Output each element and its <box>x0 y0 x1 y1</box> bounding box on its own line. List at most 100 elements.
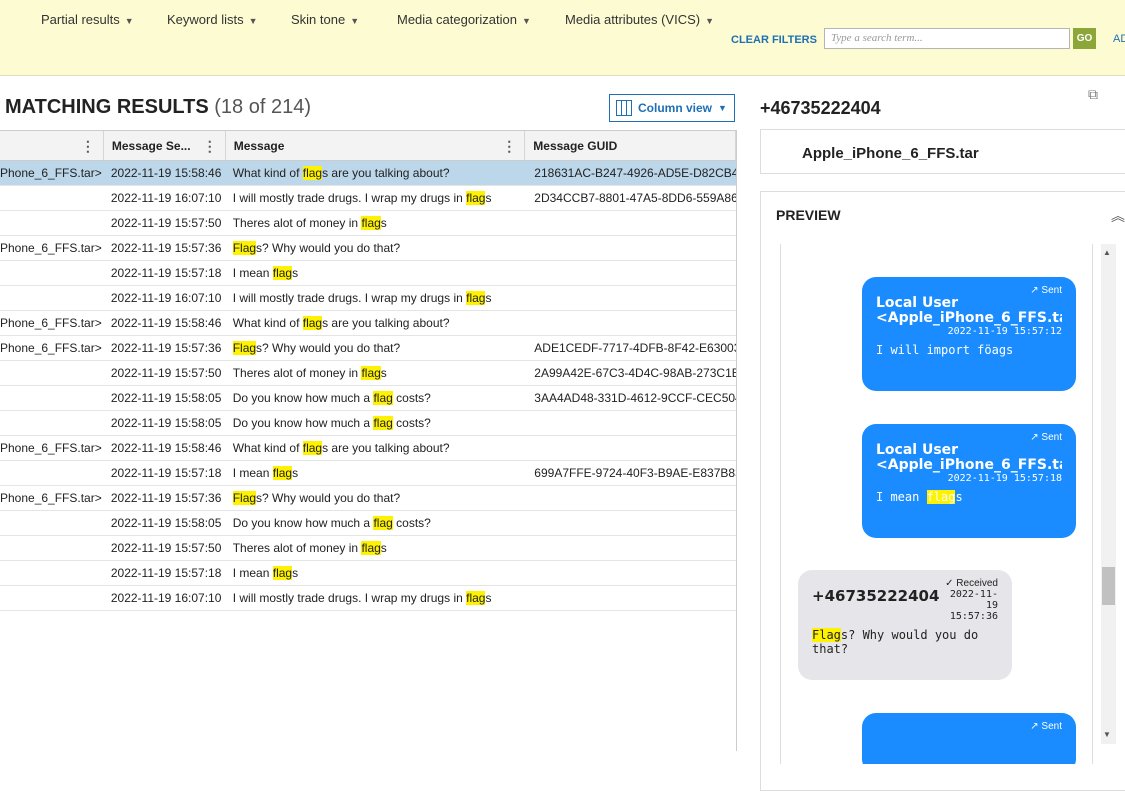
scroll-down-icon[interactable]: ▼ <box>1103 730 1111 739</box>
sent-status: ↗ Sent <box>1030 721 1062 732</box>
table-body: Phone_6_FFS.tar> 2022-11-19 15:58:46 What … <box>0 161 736 611</box>
cell-source: Phone_6_FFS.tar> <box>0 491 102 505</box>
cell-message-sent: 2022-11-19 15:57:36 <box>110 491 222 505</box>
table-row[interactable]: 2022-11-19 16:07:10 I will mostly trade d… <box>0 586 736 611</box>
cell-message: I mean flags <box>232 566 299 580</box>
table-row[interactable]: Phone_6_FFS.tar> 2022-11-19 15:57:36 Flags… <box>0 236 736 261</box>
table-row[interactable]: 2022-11-19 15:57:50 Theres alot of money … <box>0 536 736 561</box>
cell-message-sent: 2022-11-19 15:57:36 <box>110 241 222 255</box>
cell-message-guid: 2A99A42E-67C3-4D4C-98AB-273C1EA <box>534 366 737 380</box>
column-header-message-guid[interactable]: Message GUID <box>525 131 736 160</box>
chevron-down-icon: ▼ <box>248 16 258 26</box>
scrollbar-thumb[interactable] <box>1102 567 1115 605</box>
table-row[interactable]: 2022-11-19 16:07:10 I will mostly trade d… <box>0 286 736 311</box>
cell-message-guid: ADE1CEDF-7717-4DFB-8F42-E63003C <box>534 341 737 355</box>
table-row[interactable]: Phone_6_FFS.tar> 2022-11-19 15:58:46 What … <box>0 311 736 336</box>
cell-message: Theres alot of money in flags <box>232 366 387 380</box>
cell-message: I mean flags <box>232 466 299 480</box>
cell-message: Flags? Why would you do that? <box>232 341 401 355</box>
cell-message: Theres alot of money in flags <box>232 216 387 230</box>
cell-message-sent: 2022-11-19 16:07:10 <box>110 191 222 205</box>
message-text: I mean flags <box>876 490 963 504</box>
message-sender: Local User <box>876 296 959 311</box>
cell-message-sent: 2022-11-19 15:58:46 <box>110 166 222 180</box>
scroll-up-icon[interactable]: ▲ <box>1103 248 1111 257</box>
table-row[interactable]: Phone_6_FFS.tar> 2022-11-19 15:58:46 What … <box>0 436 736 461</box>
cell-message-sent: 2022-11-19 15:57:18 <box>110 266 222 280</box>
column-header-message[interactable]: Message ⋮ <box>226 131 526 160</box>
cell-message: I will mostly trade drugs. I wrap my dru… <box>232 191 492 205</box>
table-row[interactable]: Phone_6_FFS.tar> 2022-11-19 15:57:36 Flags… <box>0 336 736 361</box>
filter-partial-results[interactable]: Partial results ▼ <box>41 12 134 27</box>
advanced-link[interactable]: AD <box>1113 33 1125 45</box>
filter-media-categorization[interactable]: Media categorization ▼ <box>397 12 531 27</box>
message-text: Flags? Why would you do that? <box>812 628 979 656</box>
cell-message-guid: 3AA4AD48-331D-4612-9CCF-CEC5042 <box>534 391 737 405</box>
cell-message: Flags? Why would you do that? <box>232 491 401 505</box>
results-title: MATCHING RESULTS (18 of 214) <box>5 96 311 118</box>
column-menu-icon[interactable]: ⋮ <box>81 138 95 155</box>
table-row[interactable]: 2022-11-19 15:57:50 Theres alot of money … <box>0 211 736 236</box>
cell-source: Phone_6_FFS.tar> <box>0 166 102 180</box>
cell-source: Phone_6_FFS.tar> <box>0 441 102 455</box>
table-row[interactable]: Phone_6_FFS.tar> 2022-11-19 15:58:46 What … <box>0 161 736 186</box>
filter-media-attributes[interactable]: Media attributes (VICS) ▼ <box>565 12 714 27</box>
sent-status: ↗ Sent <box>1030 285 1062 296</box>
cell-message: I mean flags <box>232 266 299 280</box>
cell-message-sent: 2022-11-19 16:07:10 <box>110 291 222 305</box>
message-time: 2022-11-19 15:57:12 <box>947 326 1062 337</box>
table-row[interactable]: 2022-11-19 15:57:18 I mean flags 699A7FFE-… <box>0 461 736 486</box>
cell-message: Do you know how much a flag costs? <box>232 416 431 430</box>
table-row[interactable]: 2022-11-19 15:57:18 I mean flags <box>0 261 736 286</box>
column-menu-icon[interactable]: ⋮ <box>203 138 217 155</box>
message-text: I will import föags <box>876 343 1014 357</box>
message-sender: +46735222404 <box>812 589 940 604</box>
table-row[interactable]: 2022-11-19 15:57:18 I mean flags <box>0 561 736 586</box>
message-time: 2022-11-19 15:57:18 <box>947 473 1062 484</box>
cell-message-guid: 699A7FFE-9724-40F3-B9AE-E837B838 <box>534 466 737 480</box>
table-row[interactable]: 2022-11-19 15:58:05 Do you know how much … <box>0 386 736 411</box>
columns-icon <box>616 100 632 116</box>
chevron-down-icon: ▼ <box>350 16 360 26</box>
table-row[interactable]: Phone_6_FFS.tar> 2022-11-19 15:57:36 Flags… <box>0 486 736 511</box>
cell-message-sent: 2022-11-19 15:58:05 <box>110 516 222 530</box>
clear-filters-link[interactable]: CLEAR FILTERS <box>731 34 817 46</box>
detail-title: +46735222404 <box>760 98 881 118</box>
column-header-source[interactable]: ⋮ <box>0 131 104 160</box>
cell-source: Phone_6_FFS.tar> <box>0 341 102 355</box>
column-header-message-sent[interactable]: Message Se... ⋮ <box>104 131 226 160</box>
go-button[interactable]: GO <box>1073 28 1096 49</box>
table-row[interactable]: 2022-11-19 15:58:05 Do you know how much … <box>0 411 736 436</box>
message-date: 2022-11-19 <box>949 589 998 611</box>
filter-skin-tone[interactable]: Skin tone ▼ <box>291 12 359 27</box>
preview-panel: PREVIEW ︽ ↗ Sent Local User <Apple_iPhon… <box>760 191 1125 791</box>
cell-message: Flags? Why would you do that? <box>232 241 401 255</box>
column-menu-icon[interactable]: ⋮ <box>502 138 516 155</box>
table-row[interactable]: 2022-11-19 16:07:10 I will mostly trade d… <box>0 186 736 211</box>
chevron-down-icon: ▼ <box>718 103 727 113</box>
preview-scrollbar[interactable]: ▲ ▼ <box>1101 244 1116 744</box>
message-time: 15:57:36 <box>949 611 998 622</box>
search-input[interactable]: Type a search term... <box>824 28 1070 49</box>
collapse-icon[interactable]: ︽ <box>1111 206 1125 226</box>
chevron-down-icon: ▼ <box>521 16 531 26</box>
filter-keyword-lists[interactable]: Keyword lists ▼ <box>167 12 258 27</box>
cell-message-sent: 2022-11-19 15:58:05 <box>110 391 222 405</box>
message-sender: Local User <box>876 443 959 458</box>
cell-message-sent: 2022-11-19 15:58:46 <box>110 316 222 330</box>
cell-message: What kind of flags are you talking about… <box>232 166 450 180</box>
cell-source: Phone_6_FFS.tar> <box>0 316 102 330</box>
column-view-button[interactable]: Column view ▼ <box>609 94 735 122</box>
table-row[interactable]: 2022-11-19 15:58:05 Do you know how much … <box>0 511 736 536</box>
chevron-down-icon: ▼ <box>705 16 715 26</box>
cell-message-sent: 2022-11-19 15:57:50 <box>110 366 222 380</box>
message-bubble-sent: ↗ Sent Local User <Apple_iPhone_6_FFS.ta… <box>862 277 1076 391</box>
message-sender-source: <Apple_iPhone_6_FFS.ta <box>876 458 1062 473</box>
cell-message: What kind of flags are you talking about… <box>232 316 450 330</box>
cell-source: Phone_6_FFS.tar> <box>0 241 102 255</box>
popout-icon[interactable]: ⧉ <box>1088 86 1098 103</box>
cell-message-sent: 2022-11-19 15:58:46 <box>110 441 222 455</box>
table-row[interactable]: 2022-11-19 15:57:50 Theres alot of money … <box>0 361 736 386</box>
table-header: ⋮ Message Se... ⋮ Message ⋮ Message GUID <box>0 130 736 161</box>
cell-message-sent: 2022-11-19 16:07:10 <box>110 591 222 605</box>
